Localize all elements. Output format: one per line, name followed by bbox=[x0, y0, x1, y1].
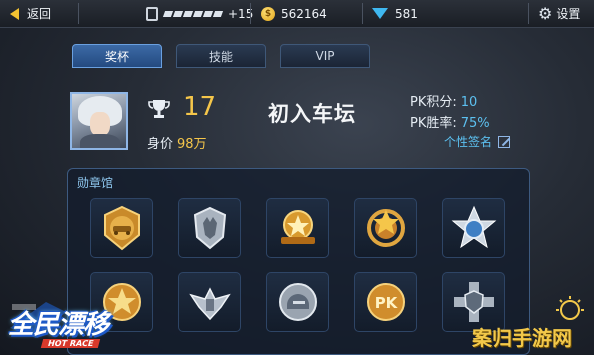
watermark-text: 案归手游网 bbox=[472, 326, 572, 350]
worth: 身价 98万 bbox=[147, 133, 207, 152]
divider bbox=[528, 3, 529, 24]
tab-skills[interactable]: 技能 bbox=[176, 44, 266, 68]
pk-score-value: 10 bbox=[460, 95, 478, 110]
pk-winrate-value: 75% bbox=[460, 116, 490, 131]
svg-text:PK: PK bbox=[374, 294, 398, 312]
fuel-bar bbox=[162, 10, 224, 17]
medal-hall-title: 勋章馆 bbox=[77, 176, 114, 190]
coin-value: 562164 bbox=[281, 6, 327, 21]
gear-icon: ⚙ bbox=[538, 4, 553, 23]
tab-label: VIP bbox=[315, 49, 335, 63]
gold-star-ribbon-medal-icon bbox=[280, 210, 315, 244]
silver-star-ring-medal-icon bbox=[451, 205, 496, 249]
tab-label: 奖杯 bbox=[104, 49, 129, 64]
silver-helmet-medal-icon bbox=[278, 283, 317, 321]
signature-label: 个性签名 bbox=[444, 135, 493, 149]
divider bbox=[362, 3, 363, 24]
signature-button[interactable]: 个性签名 bbox=[444, 133, 511, 150]
fuel-pump-icon bbox=[146, 6, 158, 21]
back-arrow-icon bbox=[10, 7, 19, 20]
medal-slot[interactable] bbox=[442, 198, 505, 258]
medal-slot[interactable] bbox=[354, 198, 417, 258]
back-label: 返回 bbox=[27, 7, 52, 21]
gem-value: 581 bbox=[395, 6, 418, 21]
gold-star-wreath-medal-icon bbox=[366, 209, 405, 247]
tab-trophy[interactable]: 奖杯 bbox=[72, 44, 162, 68]
worth-label: 身价 bbox=[147, 137, 174, 152]
medal-slot[interactable] bbox=[178, 198, 241, 258]
gem-counter[interactable]: 581 bbox=[372, 0, 418, 27]
avatar[interactable] bbox=[70, 92, 128, 150]
silver-wolf-medal-icon bbox=[193, 206, 226, 250]
trophy-count: 17 bbox=[183, 92, 217, 122]
fuel-indicator: +15 bbox=[146, 0, 253, 27]
tab-vip[interactable]: VIP bbox=[280, 44, 370, 68]
gold-car-medal-icon bbox=[103, 205, 140, 251]
tab-label: 技能 bbox=[208, 49, 233, 64]
pk-score-label: PK积分: bbox=[410, 95, 457, 110]
rank-title: 初入车坛 bbox=[268, 102, 356, 126]
settings-label: 设置 bbox=[556, 7, 581, 21]
divider bbox=[78, 3, 79, 24]
medal-slot[interactable] bbox=[266, 198, 329, 258]
diamond-icon bbox=[372, 8, 388, 19]
game-logo-title: 全民漂移 bbox=[8, 310, 109, 340]
medal-slot[interactable] bbox=[266, 272, 329, 332]
medal-slot[interactable] bbox=[178, 272, 241, 332]
pk-winrate: PK胜率: 75% bbox=[410, 112, 490, 131]
game-logo-subtitle: HOT RACE bbox=[40, 339, 101, 348]
settings-button[interactable]: ⚙ 设置 bbox=[538, 0, 580, 27]
coin-icon: $ bbox=[261, 6, 275, 21]
pk-score: PK积分: 10 bbox=[410, 91, 477, 110]
gold-pk-medal-icon: PK bbox=[366, 283, 405, 321]
medal-slot[interactable] bbox=[90, 198, 153, 258]
pk-winrate-label: PK胜率: bbox=[410, 116, 457, 131]
silver-wings-medal-icon bbox=[188, 287, 231, 321]
worth-value: 98万 bbox=[177, 137, 207, 152]
coin-counter[interactable]: $ 562164 bbox=[261, 0, 327, 27]
medal-slot[interactable]: PK bbox=[354, 272, 417, 332]
back-button[interactable]: 返回 bbox=[10, 0, 51, 27]
trophy-icon bbox=[148, 100, 170, 118]
divider bbox=[250, 3, 251, 24]
edit-icon bbox=[498, 135, 511, 148]
